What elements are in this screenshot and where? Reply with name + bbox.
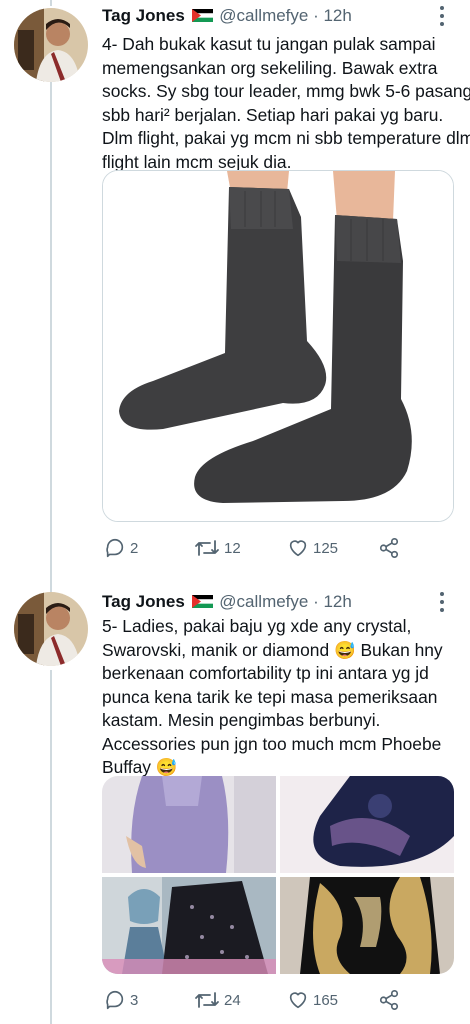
- reply-count: 2: [130, 539, 139, 557]
- reply-icon: [106, 538, 124, 558]
- tweet-text: 4- Dah bukak kasut tu jangan pulak sampa…: [102, 33, 470, 174]
- tweet-text-line: punca kena tarik ke tepi masa pemeriksaa…: [102, 686, 438, 707]
- palestine-flag-icon: [191, 9, 213, 22]
- author-name[interactable]: Tag Jones: [102, 592, 185, 611]
- media-gold-embroidered-top[interactable]: [280, 877, 454, 974]
- retweet-icon: [195, 540, 219, 556]
- tweet-text-line: Accessories pun jgn too much mcm Phoebe: [102, 733, 442, 754]
- tweet-header: Tag Jones @callmefye · 12h: [102, 6, 352, 26]
- like-count: 125: [313, 539, 339, 557]
- like-button[interactable]: 165: [287, 989, 338, 1011]
- media-lilac-blouse[interactable]: [102, 776, 276, 873]
- author-name[interactable]: Tag Jones: [102, 6, 185, 25]
- tweet-text-line: berkenaan comfortability tp ini antara y…: [102, 663, 429, 683]
- like-count: 165: [313, 991, 339, 1009]
- like-button[interactable]: 125: [287, 537, 338, 559]
- socks-image: [103, 171, 453, 521]
- retweet-count: 24: [224, 991, 241, 1009]
- palestine-flag-icon: [191, 595, 213, 608]
- reply-icon: [106, 990, 124, 1010]
- reply-count: 3: [130, 991, 139, 1009]
- tweet-actions: 2 12 125: [104, 537, 414, 561]
- tweet-text-line: Swarovski, manik or diamond 😅 Bukan hny: [102, 639, 443, 660]
- media-navy-scarf[interactable]: [280, 776, 454, 873]
- more-options-icon[interactable]: [440, 6, 446, 30]
- retweet-icon: [195, 992, 219, 1008]
- author-handle[interactable]: @callmefye: [219, 592, 308, 611]
- tweet-actions: 3 24 165: [104, 989, 414, 1013]
- retweet-count: 12: [224, 539, 241, 557]
- media-sequined-shawl[interactable]: [102, 877, 276, 974]
- avatar[interactable]: [14, 592, 88, 666]
- tweet[interactable]: Tag Jones @callmefye · 12h 4- Dah bukak …: [0, 0, 470, 580]
- tweet-media-grid: [102, 776, 454, 974]
- tweet-text-line: socks. Sy sbg tour leader, mmg bwk 5-6 p…: [102, 81, 470, 101]
- share-icon: [379, 538, 399, 558]
- tweet[interactable]: Tag Jones @callmefye · 12h 5- Ladies, pa…: [0, 588, 470, 1024]
- tweet-header: Tag Jones @callmefye · 12h: [102, 592, 352, 612]
- tweet-text-line: 5- Ladies, pakai baju yg xde any crystal…: [102, 616, 412, 636]
- avatar[interactable]: [14, 8, 88, 82]
- tweet-time[interactable]: · 12h: [313, 6, 352, 25]
- more-options-icon[interactable]: [440, 592, 446, 616]
- tweet-text-line: 4- Dah bukak kasut tu jangan pulak sampa…: [102, 34, 436, 54]
- share-icon: [379, 990, 399, 1010]
- tweet-text-line: sbb hari² berjalan. Setiap hari pakai yg…: [102, 104, 444, 125]
- tweet-media-socks[interactable]: [102, 170, 454, 522]
- tweet-text: 5- Ladies, pakai baju yg xde any crystal…: [102, 615, 458, 780]
- tweet-text-line: kastam. Mesin pengimbas berbunyi.: [102, 710, 381, 730]
- tweet-text-line: Dlm flight, pakai yg mcm ni sbb temperat…: [102, 128, 470, 148]
- like-icon: [289, 992, 307, 1009]
- retweet-button[interactable]: 12: [194, 537, 241, 559]
- retweet-button[interactable]: 24: [194, 989, 241, 1011]
- tweet-time[interactable]: · 12h: [313, 592, 352, 611]
- like-icon: [289, 540, 307, 557]
- share-button[interactable]: [377, 537, 401, 559]
- reply-button[interactable]: 3: [104, 989, 138, 1011]
- tweet-text-line: memengsankan org sekeliling. Bawak extra: [102, 57, 438, 78]
- author-handle[interactable]: @callmefye: [219, 6, 308, 25]
- reply-button[interactable]: 2: [104, 537, 138, 559]
- share-button[interactable]: [377, 989, 401, 1011]
